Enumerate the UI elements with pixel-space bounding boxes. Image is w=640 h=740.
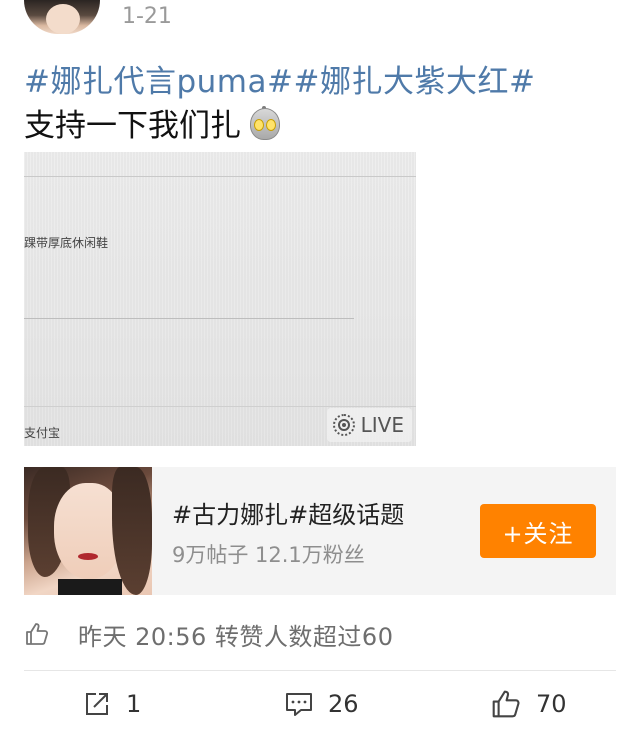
live-photo-badge[interactable]: LIVE — [326, 408, 412, 442]
thumbs-up-icon — [24, 621, 50, 647]
like-button[interactable]: 70 — [490, 684, 567, 724]
user-avatar[interactable] — [24, 0, 100, 34]
follow-button[interactable]: +关注 — [480, 504, 596, 558]
like-summary: 昨天 20:56 转赞人数超过60 — [24, 616, 393, 652]
topic-stats: 9万帖子 12.1万粉丝 — [172, 543, 365, 567]
photo-product-text: 踝带厚底休闲鞋 — [24, 236, 109, 250]
thumbs-up-icon — [490, 688, 522, 720]
post-text-row: 支持一下我们扎 — [24, 100, 281, 145]
photo-divider-low — [24, 406, 416, 407]
comment-button[interactable]: 26 — [284, 684, 359, 724]
share-icon — [82, 689, 112, 719]
post-photo[interactable]: 踝带厚底休闲鞋 支付宝 LIVE — [24, 152, 416, 446]
photo-top-line — [24, 176, 416, 177]
post-time: 1-21 — [122, 4, 172, 29]
photo-payment-text: 支付宝 — [24, 426, 61, 440]
super-topic-card[interactable]: #古力娜扎#超级话题 9万帖子 12.1万粉丝 +关注 — [24, 467, 616, 595]
comment-icon — [284, 689, 314, 719]
ultraman-emoji-icon — [247, 105, 281, 140]
like-count: 70 — [536, 690, 567, 718]
comment-count: 26 — [328, 690, 359, 718]
forward-button[interactable]: 1 — [82, 684, 141, 724]
topic-avatar — [24, 467, 152, 595]
post-text: 支持一下我们扎 — [24, 108, 241, 144]
photo-divider — [24, 318, 354, 319]
live-label: LIVE — [360, 413, 404, 437]
live-icon — [332, 414, 355, 436]
action-bar-divider — [24, 670, 616, 671]
like-summary-text: 昨天 20:56 转赞人数超过60 — [78, 622, 394, 651]
forward-count: 1 — [126, 690, 142, 718]
topic-title: #古力娜扎#超级话题 — [172, 501, 405, 529]
post-hashtags-link[interactable]: #娜扎代言puma##娜扎大紫大红# — [24, 56, 535, 101]
